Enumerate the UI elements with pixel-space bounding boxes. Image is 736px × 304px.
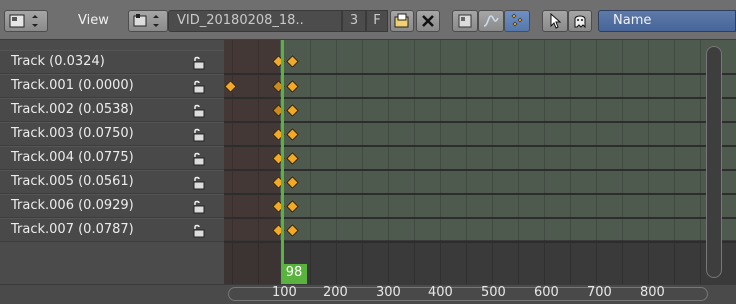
ghost-button[interactable] xyxy=(568,10,592,32)
close-clip-button[interactable] xyxy=(416,10,440,32)
ruler-tick: 400 xyxy=(428,285,453,300)
curve-view-button[interactable] xyxy=(478,10,504,32)
clip-browse-icon xyxy=(133,14,159,27)
ruler-tick: 600 xyxy=(534,285,559,300)
track-row[interactable]: Track.003 (0.0750) xyxy=(0,122,224,146)
track-row[interactable]: Track.002 (0.0538) xyxy=(0,98,224,122)
ruler-tick: 700 xyxy=(587,285,612,300)
track-row[interactable]: Track.004 (0.0775) xyxy=(0,146,224,170)
track-label: Track.003 (0.0750) xyxy=(11,126,134,141)
ruler-tick: 800 xyxy=(640,285,665,300)
sort-method-dropdown[interactable]: Name xyxy=(598,10,736,32)
track-label: Track.002 (0.0538) xyxy=(11,102,134,117)
ruler-tick: 500 xyxy=(481,285,506,300)
dopesheet-header: View VID_20180208_18.. 3 F Name xyxy=(0,0,736,40)
current-frame-line[interactable] xyxy=(281,40,284,284)
open-file-button[interactable] xyxy=(390,10,414,32)
track-label: Track.006 (0.0929) xyxy=(11,198,134,213)
lock-icon[interactable] xyxy=(192,104,206,118)
track-row[interactable]: Track (0.0324) xyxy=(0,50,224,74)
ruler-tick: 100 xyxy=(272,285,297,300)
current-frame-indicator[interactable]: 98 xyxy=(281,264,307,284)
view-menu[interactable]: View xyxy=(78,13,109,28)
open-file-icon xyxy=(394,13,409,28)
fake-user-button[interactable]: F xyxy=(366,10,388,32)
filter-button[interactable] xyxy=(452,10,478,32)
vertical-scrollbar[interactable] xyxy=(706,46,722,278)
dopesheet-view-button[interactable] xyxy=(504,10,530,32)
curve-icon xyxy=(483,15,499,27)
track-row[interactable]: Track.001 (0.0000) xyxy=(0,74,224,98)
timeline-area[interactable]: 98 xyxy=(224,40,736,284)
filter-icon xyxy=(458,14,472,28)
track-row[interactable]: Track.007 (0.0787) xyxy=(0,218,224,242)
track-list: Track (0.0324) Track.001 (0.0000) Track.… xyxy=(0,40,224,284)
lock-icon[interactable] xyxy=(192,224,206,238)
lock-icon[interactable] xyxy=(192,200,206,214)
lock-icon[interactable] xyxy=(192,152,206,166)
track-label: Track (0.0324) xyxy=(11,54,105,69)
cursor-icon xyxy=(550,13,562,29)
clip-name-field[interactable]: VID_20180208_18.. xyxy=(168,10,342,32)
ruler-tick: 200 xyxy=(323,285,348,300)
select-cursor-button[interactable] xyxy=(542,10,568,32)
track-label: Track.001 (0.0000) xyxy=(11,78,134,93)
horizontal-scrollbar[interactable] xyxy=(228,287,708,301)
track-row[interactable]: Track.006 (0.0929) xyxy=(0,194,224,218)
lock-icon[interactable] xyxy=(192,56,206,70)
ghost-icon xyxy=(574,15,586,29)
ruler-tick: 300 xyxy=(376,285,401,300)
track-label: Track.007 (0.0787) xyxy=(11,222,134,237)
clip-region xyxy=(280,40,736,240)
users-count[interactable]: 3 xyxy=(342,10,366,32)
track-label: Track.004 (0.0775) xyxy=(11,150,134,165)
close-icon xyxy=(422,15,434,27)
lock-icon[interactable] xyxy=(192,128,206,142)
dopesheet-icon xyxy=(511,13,523,27)
lock-icon[interactable] xyxy=(192,80,206,94)
track-label: Track.005 (0.0561) xyxy=(11,174,134,189)
track-row[interactable]: Track.005 (0.0561) xyxy=(0,170,224,194)
editor-type-button[interactable] xyxy=(4,10,48,32)
lock-icon[interactable] xyxy=(192,176,206,190)
clip-browse-button[interactable] xyxy=(128,10,168,32)
editor-type-icon xyxy=(9,14,38,28)
